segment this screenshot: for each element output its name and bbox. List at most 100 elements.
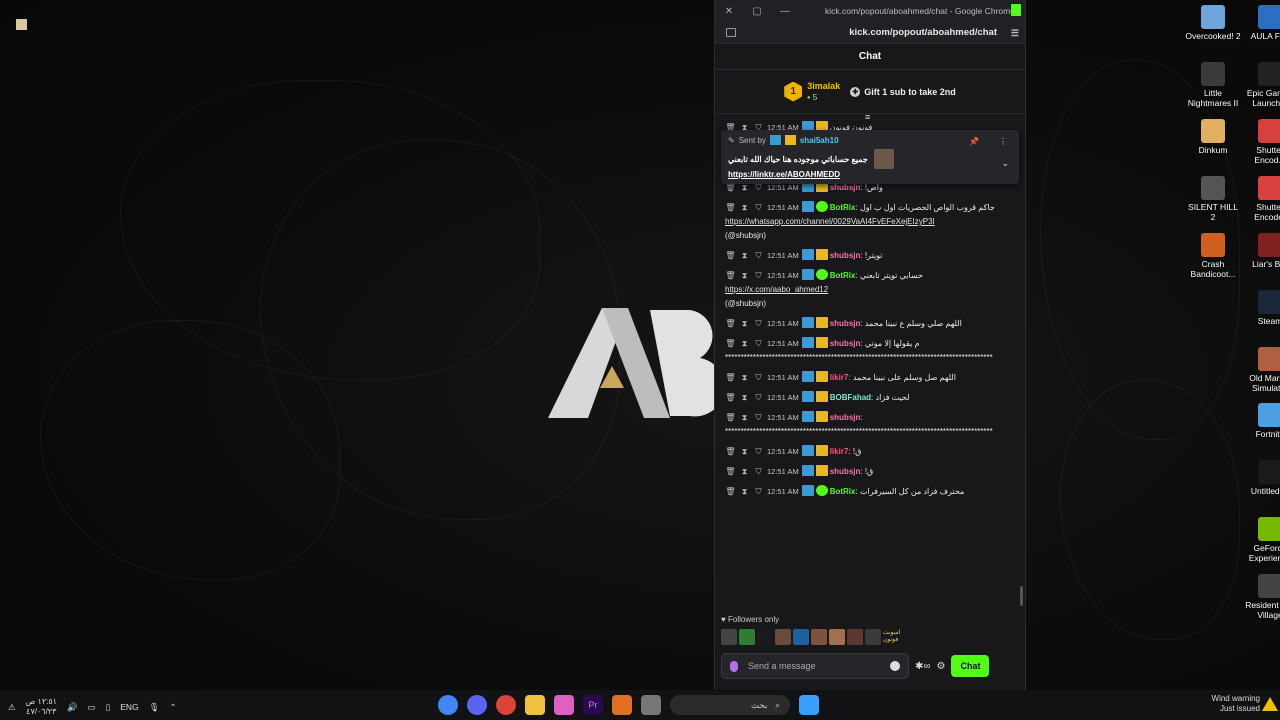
- delete-icon[interactable]: 🗑: [725, 391, 736, 405]
- message-link[interactable]: https://whatsapp.com/channel/0029VaAI4Fv…: [725, 217, 935, 226]
- chat-message[interactable]: 🗑 ⧗ ⛉ 12:51 AM shubsjn: تويتر!: [715, 246, 1025, 266]
- start-icon[interactable]: [799, 695, 819, 715]
- timeout-icon[interactable]: ⧗: [739, 249, 750, 263]
- desktop-icon[interactable]: GeForce Experience: [1242, 517, 1280, 563]
- emote[interactable]: [739, 629, 755, 645]
- ban-icon[interactable]: ⛉: [753, 445, 764, 459]
- ban-icon[interactable]: ⛉: [753, 411, 764, 425]
- users-icon[interactable]: ✱∞: [915, 661, 931, 672]
- chevron-down-icon[interactable]: ⌄: [1001, 158, 1009, 169]
- chat-message[interactable]: 🗑 ⧗ ⛉ 12:51 AM BOBFahad: لحيت فزاد: [715, 388, 1025, 408]
- chat-message[interactable]: 🗑 ⧗ ⛉ 12:51 AM shubsjn: اللهم صلي وسلم ع نبي…: [715, 314, 1025, 334]
- delete-icon[interactable]: 🗑: [725, 465, 736, 479]
- emote[interactable]: [811, 629, 827, 645]
- app-icon[interactable]: [641, 695, 661, 715]
- chrome-icon[interactable]: [496, 695, 516, 715]
- delete-icon[interactable]: 🗑: [725, 411, 736, 425]
- chrome-icon[interactable]: [438, 695, 458, 715]
- discord-icon[interactable]: [467, 695, 487, 715]
- desktop-icon[interactable]: AULA F75: [1242, 5, 1280, 41]
- ban-icon[interactable]: ⛉: [753, 337, 764, 351]
- timeout-icon[interactable]: ⧗: [739, 371, 750, 385]
- app-icon[interactable]: [612, 695, 632, 715]
- chat-message[interactable]: 🗑 ⧗ ⛉ 12:51 AM shubsjn: ق!: [715, 462, 1025, 482]
- chat-message[interactable]: 🗑 ⧗ ⛉ 12:51 AM shubsjn: م يقولها إلا موتي ***…: [715, 334, 1025, 368]
- desktop-icon[interactable]: Steam: [1242, 290, 1280, 326]
- tune-icon[interactable]: ☰: [1011, 28, 1019, 39]
- ban-icon[interactable]: ⛉: [753, 269, 764, 283]
- delete-icon[interactable]: 🗑: [725, 269, 736, 283]
- delete-icon[interactable]: 🗑: [725, 317, 736, 331]
- network-icon[interactable]: ▭: [88, 702, 96, 713]
- desktop-icon[interactable]: Shutter Encod...: [1242, 119, 1280, 165]
- close-icon[interactable]: ✕: [715, 6, 743, 17]
- message-username[interactable]: BOBFahad: [830, 393, 871, 402]
- desktop-icon[interactable]: Shutter Encoder: [1242, 176, 1280, 222]
- leader-username[interactable]: 3imalak: [807, 81, 840, 92]
- send-chat-button[interactable]: Chat: [951, 655, 990, 677]
- emote[interactable]: [865, 629, 881, 645]
- delete-icon[interactable]: 🗑: [725, 445, 736, 459]
- gift-sub-prompt[interactable]: ✚ Gift 1 sub to take 2nd: [850, 86, 956, 97]
- language-indicator[interactable]: ENG: [120, 702, 138, 712]
- file-explorer-icon[interactable]: [525, 695, 545, 715]
- timeout-icon[interactable]: ⧗: [739, 485, 750, 499]
- more-icon[interactable]: ⋮: [999, 137, 1007, 146]
- scroll-indicator-icon[interactable]: ≡: [865, 112, 870, 122]
- message-link[interactable]: https://x.com/aabo_ahmed12: [725, 285, 828, 294]
- chat-message[interactable]: 🗑 ⧗ ⛉ 12:51 AM BotRix: حسابي تويتر تابعني htt…: [715, 266, 1025, 314]
- desktop-icon[interactable]: SILENT HILL 2: [1185, 176, 1241, 222]
- delete-icon[interactable]: 🗑: [725, 485, 736, 499]
- emote[interactable]: [793, 629, 809, 645]
- emote[interactable]: [829, 629, 845, 645]
- maximize-icon[interactable]: ▢: [743, 6, 771, 17]
- desktop-icon[interactable]: Crash Bandicoot...: [1185, 233, 1241, 279]
- notification[interactable]: Wind warning Just issued: [1212, 694, 1260, 714]
- timeout-icon[interactable]: ⧗: [739, 337, 750, 351]
- delete-icon[interactable]: 🗑: [725, 337, 736, 351]
- timeout-icon[interactable]: ⧗: [739, 269, 750, 283]
- clock[interactable]: ١٢:٥١ ص ٤٧/٠٦/٢٣: [26, 697, 57, 717]
- delete-icon[interactable]: 🗑: [725, 201, 736, 215]
- gear-icon[interactable]: ⚙: [937, 661, 946, 672]
- chat-message[interactable]: 🗑 ⧗ ⛉ 12:51 AM likir7: ق!: [715, 442, 1025, 462]
- mic-icon[interactable]: [730, 660, 738, 672]
- chat-message[interactable]: 🗑 ⧗ ⛉ 12:51 AM BotRix: جاكم قروب الواص الحصر…: [715, 198, 1025, 246]
- ban-icon[interactable]: ⛉: [753, 317, 764, 331]
- scrollbar[interactable]: [1020, 586, 1023, 606]
- desktop-icon[interactable]: Old Market Simulator: [1242, 347, 1280, 393]
- chat-message[interactable]: 🗑 ⧗ ⛉ 12:51 AM BotRix: محترف فزاد من كل السي…: [715, 482, 1025, 502]
- chat-message[interactable]: 🗑 ⧗ ⛉ 12:51 AM likir7: اللهم صل وسلم على نبي…: [715, 368, 1025, 388]
- emote[interactable]: [847, 629, 863, 645]
- site-info-icon[interactable]: [726, 28, 736, 37]
- message-username[interactable]: BotRix: [830, 271, 856, 280]
- emote[interactable]: [757, 629, 773, 645]
- ban-icon[interactable]: ⛉: [753, 371, 764, 385]
- desktop-icon[interactable]: Little Nightmares II: [1185, 62, 1241, 108]
- desktop-icon[interactable]: Dinkum: [1185, 119, 1241, 155]
- ban-icon[interactable]: ⛉: [753, 391, 764, 405]
- emoji-icon[interactable]: [890, 661, 900, 671]
- desktop-icon[interactable]: Resident Evil Village: [1242, 574, 1280, 620]
- message-username[interactable]: shubsjn: [830, 413, 861, 422]
- message-username[interactable]: likir7: [830, 447, 849, 456]
- ban-icon[interactable]: ⛉: [753, 465, 764, 479]
- search-box[interactable]: بحث ⌕: [670, 695, 790, 715]
- pinned-message[interactable]: ✎ Sent by shai5ah10 جميع حساباتي موجوده …: [721, 130, 1019, 184]
- delete-icon[interactable]: 🗑: [725, 371, 736, 385]
- timeout-icon[interactable]: ⧗: [739, 445, 750, 459]
- ban-icon[interactable]: ⛉: [753, 485, 764, 499]
- message-username[interactable]: shubsjn: [830, 467, 861, 476]
- timeout-icon[interactable]: ⧗: [739, 465, 750, 479]
- message-input[interactable]: Send a message: [721, 653, 909, 679]
- desktop-icon[interactable]: Untitled-ي: [1242, 460, 1280, 496]
- premiere-icon[interactable]: Pr: [583, 695, 603, 715]
- emote[interactable]: [721, 629, 737, 645]
- timeout-icon[interactable]: ⧗: [739, 201, 750, 215]
- desktop-icon[interactable]: Fortnite: [1242, 403, 1280, 439]
- warning-icon[interactable]: ⚠: [8, 702, 16, 713]
- pinned-link[interactable]: https://linktr.ee/ABOAHMEDD: [728, 170, 1012, 179]
- timeout-icon[interactable]: ⧗: [739, 317, 750, 331]
- message-username[interactable]: BotRix: [830, 203, 856, 212]
- pin-icon[interactable]: 📌: [969, 137, 979, 146]
